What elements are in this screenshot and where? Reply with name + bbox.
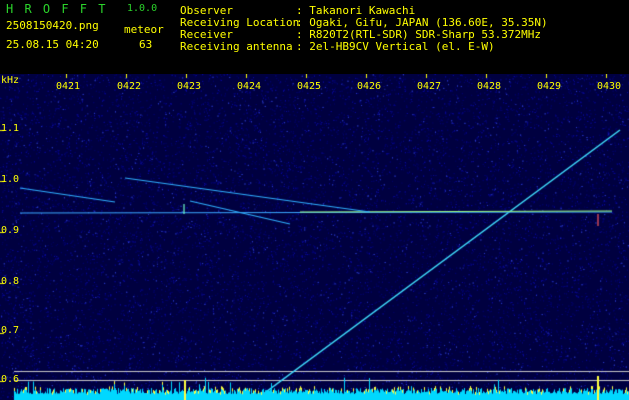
x-tick-0426: 0426 — [357, 81, 382, 92]
y-axis-unit: kHz — [1, 75, 20, 86]
event-count: 63 — [139, 38, 153, 51]
x-tick-0429: 0429 — [537, 81, 562, 92]
date-time: 25.08.15 04:20 — [6, 38, 99, 51]
file-name: 2508150420.png — [6, 19, 99, 32]
label-antenna: Receiving antenna — [180, 40, 293, 53]
x-tick-0422: 0422 — [117, 81, 142, 92]
app-version: 1.0.0 — [127, 3, 158, 14]
value-antenna: : 2el-HB9CV Vertical (el. E-W) — [296, 40, 495, 53]
x-tick-0425: 0425 — [297, 81, 322, 92]
x-tick-0428: 0428 — [477, 81, 502, 92]
app-title: H R O F F T — [6, 2, 108, 16]
x-tick-0421: 0421 — [56, 81, 81, 92]
y-tick-1-1: 1.1 — [1, 123, 20, 134]
x-tick-0430: 0430 — [597, 81, 622, 92]
y-tick-0-8: 0.8 — [1, 276, 20, 287]
x-tick-0423: 0423 — [177, 81, 202, 92]
y-tick-0-7: 0.7 — [1, 325, 20, 336]
x-tick-0424: 0424 — [237, 81, 262, 92]
y-tick-0-9: 0.9 — [1, 225, 20, 236]
x-tick-0427: 0427 — [417, 81, 442, 92]
y-tick-0-6: 0.6 — [1, 374, 20, 385]
header-panel: H R O F F T 1.0.0 2508150420.png meteor … — [0, 0, 629, 74]
spectrogram-canvas — [0, 74, 629, 400]
type-label: meteor — [124, 23, 164, 36]
y-tick-1-0: 1.0 — [1, 174, 20, 185]
